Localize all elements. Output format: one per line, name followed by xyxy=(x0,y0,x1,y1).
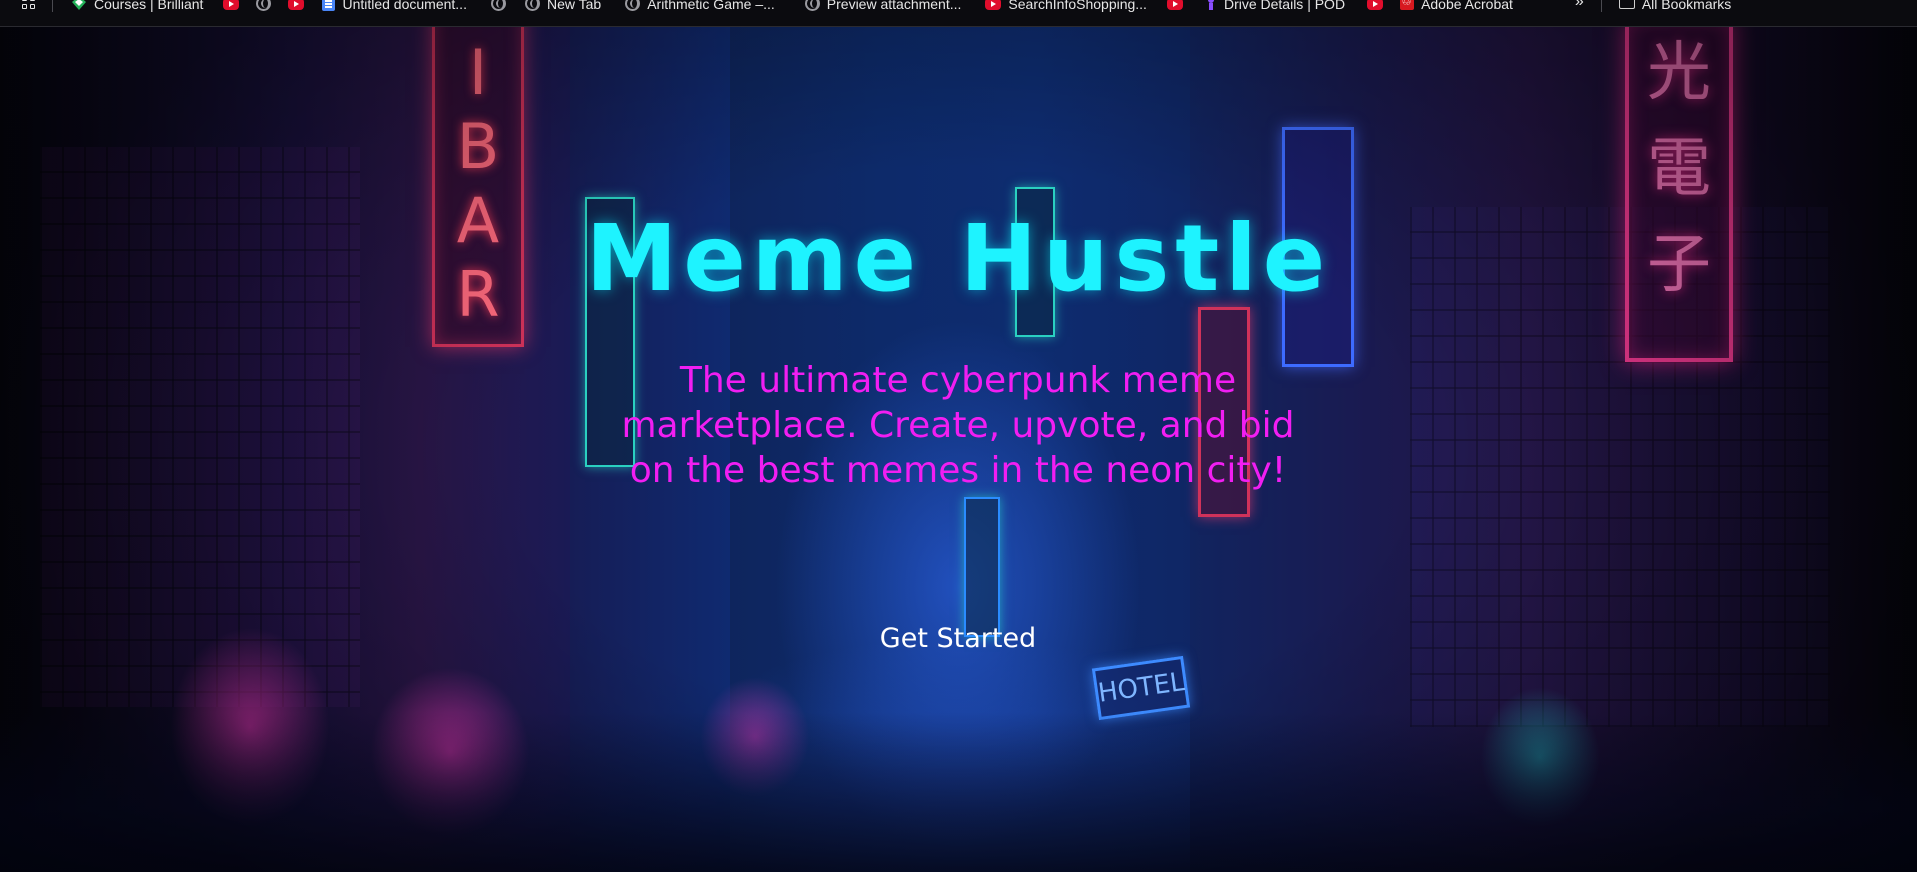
globe-icon xyxy=(804,0,820,11)
bookmark-label: Arithmetic Game –... xyxy=(647,0,775,12)
brilliant-icon xyxy=(72,0,86,10)
folder-icon xyxy=(1618,0,1635,9)
bookmark-youtube-4[interactable] xyxy=(1367,0,1384,11)
youtube-icon xyxy=(1367,0,1384,10)
apps-grid-icon xyxy=(22,0,36,10)
chevron-double-right-icon: » xyxy=(1574,0,1584,10)
bookmarks-overflow-button[interactable]: » xyxy=(1575,0,1584,11)
youtube-icon xyxy=(288,0,305,10)
all-bookmarks-button[interactable]: All Bookmarks xyxy=(1618,0,1732,12)
globe-icon xyxy=(490,0,506,11)
bookmarks-separator xyxy=(1600,0,1602,12)
hero-subtitle: The ultimate cyberpunk meme marketplace.… xyxy=(621,360,1295,491)
bookmark-label: Untitled document... xyxy=(342,0,467,12)
all-bookmarks-label: All Bookmarks xyxy=(1641,0,1732,12)
bookmark-untitled-document[interactable]: Untitled document... xyxy=(322,0,467,12)
apps-shortcut[interactable] xyxy=(22,0,36,11)
pod-icon xyxy=(1207,0,1214,10)
bookmark-arithmetic-game[interactable]: Arithmetic Game –... xyxy=(625,0,775,12)
bookmark-preview-attachment[interactable]: Preview attachment... xyxy=(804,0,962,12)
bookmark-globe-2[interactable] xyxy=(490,0,506,11)
bookmark-drive-details-pod[interactable]: Drive Details | POD xyxy=(1205,0,1346,12)
bookmark-courses-brilliant[interactable]: Courses | Brilliant xyxy=(71,0,204,12)
youtube-icon xyxy=(985,0,1002,10)
bookmark-label: SearchInfoShopping... xyxy=(1008,0,1147,12)
bookmark-globe-1[interactable] xyxy=(256,0,272,11)
youtube-icon xyxy=(1166,0,1183,10)
bookmark-search-info-shopping[interactable]: SearchInfoShopping... xyxy=(985,0,1147,12)
get-started-button[interactable]: Get Started xyxy=(858,618,1058,658)
bookmark-label: Adobe Acrobat xyxy=(1421,0,1513,12)
bookmark-new-tab[interactable]: New Tab xyxy=(524,0,602,12)
youtube-icon xyxy=(223,0,240,10)
bookmark-label: New Tab xyxy=(546,0,602,12)
hero-title: Meme Hustle xyxy=(585,205,1332,312)
globe-icon xyxy=(625,0,641,11)
bookmark-adobe-acrobat[interactable]: Adobe Acrobat xyxy=(1400,0,1513,12)
bookmark-label: Preview attachment... xyxy=(826,0,962,12)
acrobat-icon xyxy=(1400,0,1415,10)
bookmark-youtube-1[interactable] xyxy=(223,0,240,11)
globe-icon xyxy=(524,0,540,11)
globe-icon xyxy=(256,0,272,11)
google-docs-icon xyxy=(322,0,336,11)
bookmarks-separator xyxy=(52,0,53,12)
bookmark-youtube-3[interactable] xyxy=(1166,0,1183,11)
bookmark-youtube-2[interactable] xyxy=(288,0,305,11)
hero-section: IBAR 光電子 HOTEL Meme Hustle The ultimate … xyxy=(0,27,1917,872)
bookmark-label: Courses | Brilliant xyxy=(94,0,204,12)
bookmarks-bar: Courses | Brilliant Untitled document...… xyxy=(0,0,1917,27)
bookmark-label: Drive Details | POD xyxy=(1223,0,1346,12)
